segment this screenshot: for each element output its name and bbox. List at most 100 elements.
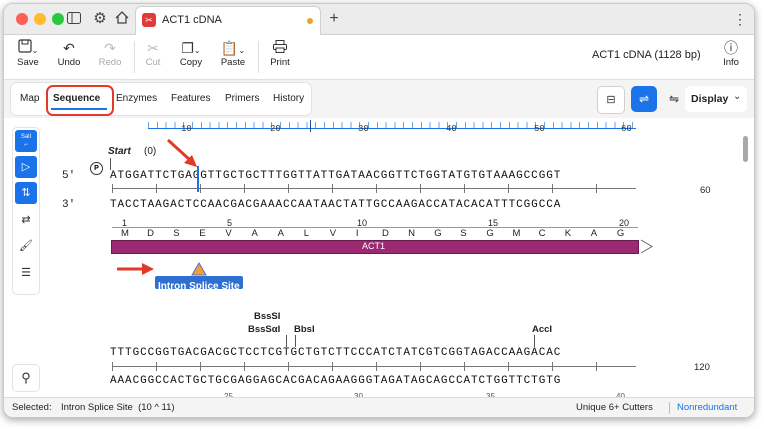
enzyme-set-selector[interactable]: Unique 6+ Cutters bbox=[576, 402, 653, 413]
enzyme-label-bsssi[interactable]: BssSI bbox=[254, 311, 280, 322]
amino-acid: V bbox=[225, 228, 232, 239]
ruler-label: 60 bbox=[621, 124, 632, 134]
top-strand-sequence[interactable]: TTTGCCGGTGACGACGCTCCTCGTGCTGTCTTCCCATCTA… bbox=[110, 347, 640, 359]
selected-label: Selected: bbox=[12, 402, 52, 413]
five-prime-label: 5' bbox=[62, 170, 76, 182]
cut-button[interactable]: ✂ Cut bbox=[134, 39, 172, 68]
alignment-icon[interactable]: ☰ bbox=[15, 262, 37, 284]
save-icon: ⌄ bbox=[9, 39, 47, 57]
amino-acid: I bbox=[355, 228, 359, 239]
cut-label: Cut bbox=[145, 57, 161, 68]
bottom-strand-sequence[interactable]: AAACGGCCACTGCTGCGAGGAGCACGACAGAAGGGTAGAT… bbox=[110, 375, 640, 387]
amino-acid: G bbox=[486, 228, 494, 239]
bottom-strand-sequence[interactable]: TACCTAAGACTCCAACGACGAAACCAATAACTATTGCCAA… bbox=[110, 199, 640, 211]
minimize-window-button[interactable] bbox=[34, 13, 46, 25]
amino-acid: D bbox=[147, 228, 154, 239]
scissors-icon: ✂ bbox=[147, 40, 159, 56]
ruler-cursor bbox=[310, 120, 311, 132]
annotation-arrow bbox=[117, 263, 154, 275]
tab-primers[interactable]: Primers bbox=[225, 93, 259, 104]
amino-acid: K bbox=[564, 228, 572, 239]
start-label: Start bbox=[108, 146, 131, 157]
copy-button[interactable]: ❐⌄ Copy bbox=[172, 39, 210, 68]
amino-acid: M bbox=[121, 228, 129, 239]
close-window-button[interactable] bbox=[16, 13, 28, 25]
redo-button[interactable]: ↷ Redo bbox=[91, 39, 129, 68]
document-name: ACT1 cDNA bbox=[592, 49, 652, 61]
linear-view-button[interactable]: ⊟ bbox=[597, 86, 625, 114]
amino-acid: D bbox=[382, 228, 389, 239]
annotation-arrow bbox=[166, 138, 197, 167]
sequence-tab-highlight bbox=[46, 85, 114, 116]
save-button[interactable]: ⌄ Save bbox=[9, 39, 47, 68]
sidebar-toggle-icon[interactable] bbox=[64, 9, 84, 29]
sali-cut-button[interactable]: SalI ⌐ bbox=[15, 130, 37, 152]
tab-history[interactable]: History bbox=[273, 93, 304, 104]
brush-icon[interactable]: 🖌 bbox=[15, 235, 37, 257]
tab-map[interactable]: Map bbox=[20, 93, 39, 104]
unsaved-dot-icon bbox=[307, 18, 313, 24]
cut-line bbox=[534, 335, 535, 347]
zoom-window-button[interactable] bbox=[52, 13, 64, 25]
tab-features[interactable]: Features bbox=[171, 93, 210, 104]
strand-ticks bbox=[112, 184, 636, 193]
display-menu[interactable]: Display ⌄ bbox=[685, 86, 747, 112]
splice-site-text: Intron Splice Site bbox=[158, 281, 240, 292]
feature-label: ACT1 bbox=[362, 241, 386, 251]
three-prime-label: 3' bbox=[62, 199, 76, 211]
paste-label: Paste bbox=[220, 57, 246, 68]
main-toolbar: ⌄ Save ↶ Undo ↷ Redo ✂ Cut ❐⌄ Copy 📋⌄ Pa… bbox=[4, 35, 754, 80]
top-strand-sequence[interactable]: ATGGATTCTGAGGTTGCTGCTTTGGTTATTGATAACGGTT… bbox=[110, 170, 640, 182]
nonredundant-toggle[interactable]: Nonredundant bbox=[677, 402, 737, 413]
ruler-line bbox=[148, 128, 636, 129]
amino-acid: A bbox=[277, 228, 284, 239]
amino-acid: V bbox=[329, 228, 337, 239]
sequence-view[interactable]: SalI ⌐ ▷ ⇅ ⇄ 🖌 ☰ ⚲ 10 20 30 40 50 60 Star… bbox=[4, 118, 754, 401]
vertical-scrollbar[interactable] bbox=[743, 136, 748, 162]
search-button[interactable]: ⚲ bbox=[13, 365, 39, 391]
cut-line bbox=[286, 335, 287, 347]
copy-label: Copy bbox=[179, 57, 203, 68]
new-tab-button[interactable]: + bbox=[324, 9, 344, 29]
title-bar: ⚙ ✂ ACT1 cDNA + ⋮ bbox=[4, 4, 754, 35]
splice-site-label[interactable]: Intron Splice Site bbox=[155, 276, 243, 292]
print-button[interactable]: Print bbox=[261, 39, 299, 68]
gear-icon[interactable]: ⚙ bbox=[90, 9, 110, 29]
info-button[interactable]: ⓘ Info bbox=[712, 39, 750, 68]
view-bar: Map Sequence Enzymes Features Primers Hi… bbox=[4, 80, 754, 118]
paste-button[interactable]: 📋⌄ Paste bbox=[214, 39, 252, 68]
amino-acid: E bbox=[199, 228, 206, 239]
translation-toggle-icon[interactable]: ⇅ bbox=[15, 182, 37, 204]
ruler-label: 20 bbox=[270, 124, 281, 134]
act1-feature-bar[interactable]: ACT1 bbox=[111, 240, 639, 254]
wrap-view-button[interactable]: ⇌ bbox=[631, 86, 657, 112]
info-icon: ⓘ bbox=[724, 40, 738, 56]
document-tab[interactable]: ✂ ACT1 cDNA bbox=[135, 6, 321, 35]
save-label: Save bbox=[17, 57, 39, 68]
ruler-label: 30 bbox=[358, 124, 369, 134]
amino-acid: C bbox=[538, 228, 546, 239]
more-menu-icon[interactable]: ⋮ bbox=[730, 9, 750, 29]
amino-acid: A bbox=[251, 228, 258, 239]
sequence-sidebar: SalI ⌐ ▷ ⇅ ⇄ 🖌 ☰ bbox=[13, 128, 39, 294]
amino-acid: S bbox=[173, 228, 180, 239]
tab-title: ACT1 cDNA bbox=[162, 14, 222, 26]
undo-button[interactable]: ↶ Undo bbox=[50, 39, 88, 68]
enzyme-label-acci[interactable]: AccI bbox=[532, 324, 552, 335]
redo-icon: ↷ bbox=[104, 40, 116, 56]
tab-enzymes[interactable]: Enzymes bbox=[116, 93, 157, 104]
home-icon[interactable] bbox=[112, 9, 132, 29]
ruler-label: 10 bbox=[181, 124, 192, 134]
enzyme-label-bsssai[interactable]: BssSαI bbox=[248, 324, 280, 335]
cut-line bbox=[295, 335, 296, 347]
swap-strand-icon[interactable]: ⇄ bbox=[15, 209, 37, 231]
ruler-ticks bbox=[148, 122, 636, 128]
toolbar-divider bbox=[258, 41, 259, 73]
copy-icon: ❐⌄ bbox=[181, 40, 201, 56]
enzyme-label-bbsi[interactable]: BbsI bbox=[294, 324, 315, 335]
promoter-icon: P bbox=[90, 162, 103, 175]
strand-toggle-button[interactable]: ⇋ bbox=[661, 86, 687, 112]
amino-acid-row: MDSEVAALVIDNGSGMCKAG bbox=[112, 228, 642, 240]
status-divider bbox=[669, 402, 670, 414]
features-toggle-icon[interactable]: ▷ bbox=[15, 156, 37, 178]
